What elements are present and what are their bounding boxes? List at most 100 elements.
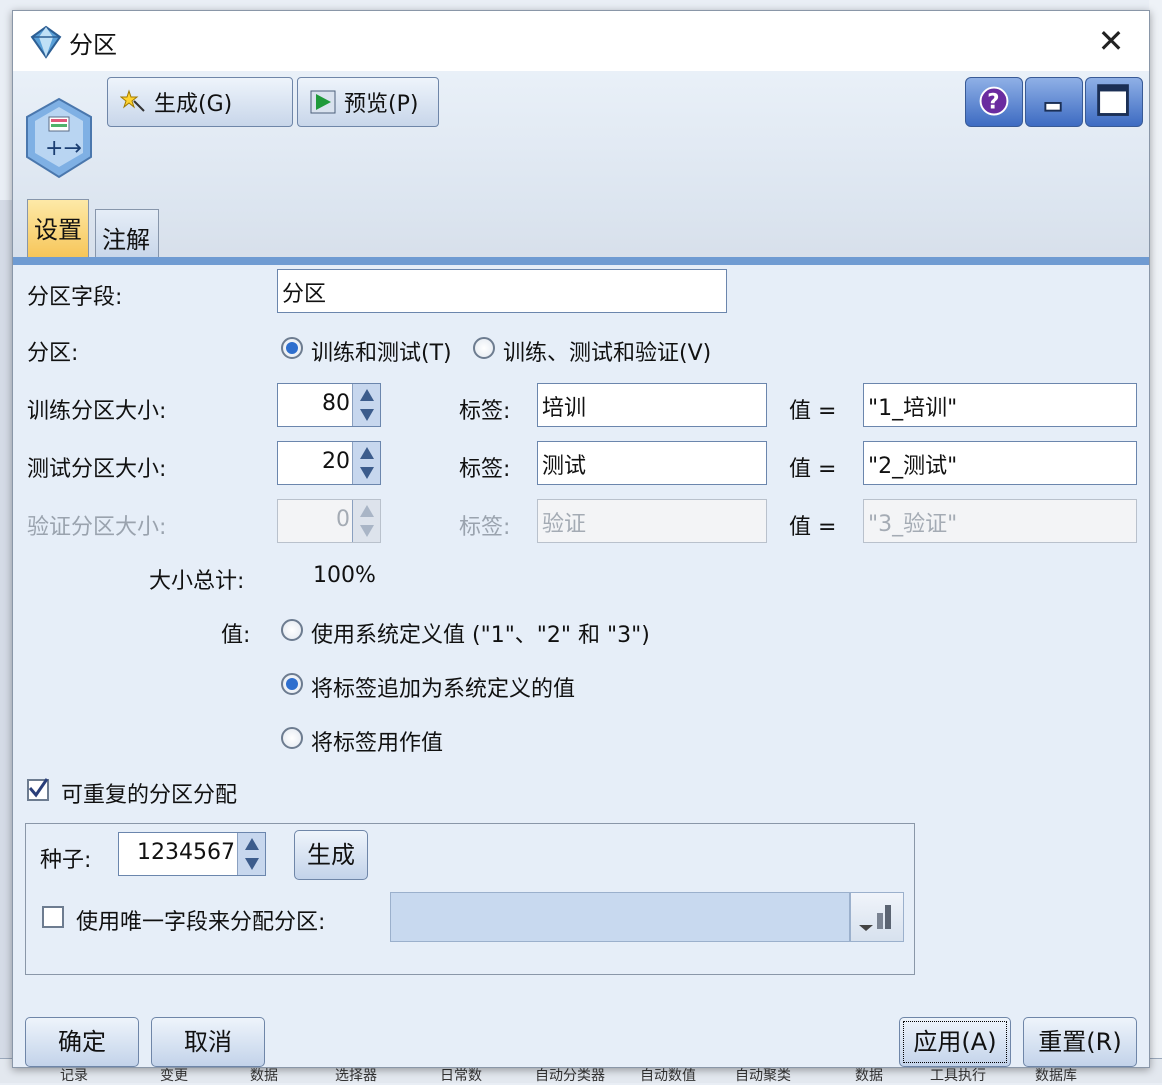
radio-labels-as-values-label[interactable]: 将标签用作值 <box>311 725 443 757</box>
background-palette-item: 自动聚类 <box>735 1068 791 1084</box>
train-value-label: 值 = <box>789 399 837 424</box>
train-value-input[interactable]: "1_培训" <box>863 383 1137 427</box>
validate-size-label: 验证分区大小: <box>27 515 167 540</box>
background-palette-item: 数据 <box>250 1068 278 1084</box>
partition-field-label: 分区字段: <box>27 285 123 310</box>
radio-train-test-validate-label[interactable]: 训练、测试和验证(V) <box>503 335 711 367</box>
test-value-label: 值 = <box>789 457 837 482</box>
tab-annotations-label: 注解 <box>102 226 150 254</box>
footer-bar: 确定 取消 应用(A) 重置(R) <box>13 1015 1149 1067</box>
maximize-icon <box>1097 84 1129 116</box>
seed-stepper[interactable]: 1234567 <box>118 832 266 876</box>
background-palette-item: 记录 <box>60 1068 88 1084</box>
size-total-value: 100% <box>313 563 376 588</box>
background-palette-item: 工具执行 <box>930 1068 986 1084</box>
settings-panel: 分区字段: 分区 分区: 训练和测试(T) 训练、测试和验证(V) 训练分区大小… <box>13 265 1149 1015</box>
unique-field-select[interactable] <box>390 892 850 942</box>
radio-train-test-label[interactable]: 训练和测试(T) <box>311 335 452 367</box>
help-icon: ? <box>979 86 1009 116</box>
background-app-right-edge <box>1149 0 1162 1083</box>
generate-star-icon <box>120 89 145 112</box>
radio-append-labels-label[interactable]: 将标签追加为系统定义的值 <box>311 671 575 703</box>
close-icon: ✕ <box>1097 22 1125 60</box>
test-size-stepper[interactable]: 20 <box>277 441 381 485</box>
tab-settings[interactable]: 设置 <box>27 199 89 257</box>
stepper-arrows-icon <box>360 447 374 479</box>
stepper-arrows[interactable] <box>352 442 380 484</box>
train-size-label: 训练分区大小: <box>27 399 167 424</box>
radio-append-labels[interactable] <box>281 673 303 695</box>
repeatable-checkbox[interactable] <box>27 778 49 801</box>
tab-underline <box>13 257 1149 265</box>
generate-label: 生成(G) <box>154 92 233 117</box>
ok-button[interactable]: 确定 <box>25 1017 139 1067</box>
validate-size-value: 0 <box>336 507 350 532</box>
help-button[interactable]: ? <box>965 77 1023 127</box>
partition-mode-label: 分区: <box>27 341 79 366</box>
cancel-button[interactable]: 取消 <box>151 1017 265 1067</box>
stepper-arrows-icon <box>360 505 374 537</box>
validate-tag-label: 标签: <box>459 515 511 540</box>
unique-field-label[interactable]: 使用唯一字段来分配分区: <box>76 904 325 936</box>
radio-train-test[interactable] <box>281 337 303 359</box>
background-palette-item: 自动数值 <box>640 1068 696 1084</box>
validate-size-stepper: 0 <box>277 499 381 543</box>
toolbar: +→ 生成(G) 预览(P) ? 设置 注解 <box>13 71 1149 263</box>
svg-text:+→: +→ <box>45 136 82 161</box>
stepper-arrows <box>352 500 380 542</box>
stepper-arrows-icon <box>360 389 374 421</box>
train-size-stepper[interactable]: 80 <box>277 383 381 427</box>
size-total-label: 大小总计: <box>149 569 245 594</box>
unique-field-checkbox[interactable] <box>42 906 64 928</box>
background-palette-item: 自动分类器 <box>535 1068 605 1084</box>
minimize-button[interactable] <box>1025 77 1083 127</box>
partition-field-input[interactable]: 分区 <box>277 269 727 313</box>
checkmark-icon <box>28 778 49 798</box>
field-picker-button[interactable] <box>850 892 904 942</box>
seed-group: 种子: 1234567 生成 使用唯一字段来分配分区: <box>25 823 915 975</box>
partition-node-icon: +→ <box>26 97 92 179</box>
values-label: 值: <box>221 623 251 648</box>
repeatable-label[interactable]: 可重复的分区分配 <box>61 777 237 809</box>
close-button[interactable]: ✕ <box>1091 21 1131 61</box>
radio-system-values-label[interactable]: 使用系统定义值 ("1"、"2" 和 "3") <box>311 617 650 649</box>
validate-value-input: "3_验证" <box>863 499 1137 543</box>
help-glyph: ? <box>987 89 999 114</box>
train-size-value: 80 <box>322 391 350 416</box>
test-value-input[interactable]: "2_测试" <box>863 441 1137 485</box>
app-diamond-icon <box>30 25 62 59</box>
title-bar: 分区 ✕ <box>13 11 1149 71</box>
preview-button[interactable]: 预览(P) <box>297 77 439 127</box>
background-palette-item: 变更 <box>160 1068 188 1084</box>
validate-value-label: 值 = <box>789 515 837 540</box>
preview-play-icon <box>310 90 336 114</box>
validate-tag-input: 验证 <box>537 499 767 543</box>
background-palette-item: 数据库 <box>1035 1068 1077 1084</box>
train-tag-label: 标签: <box>459 399 511 424</box>
test-tag-input[interactable]: 测试 <box>537 441 767 485</box>
generate-button[interactable]: 生成(G) <box>107 77 293 127</box>
radio-labels-as-values[interactable] <box>281 727 303 749</box>
field-picker-icon <box>859 905 891 931</box>
window-title: 分区 <box>69 31 117 59</box>
seed-generate-button[interactable]: 生成 <box>294 830 368 880</box>
tab-annotations[interactable]: 注解 <box>95 209 159 257</box>
stepper-arrows[interactable] <box>352 384 380 426</box>
radio-system-values[interactable] <box>281 619 303 641</box>
apply-button[interactable]: 应用(A) <box>899 1017 1011 1067</box>
seed-value: 1234567 <box>137 840 235 865</box>
background-palette-item: 数据 <box>855 1068 883 1084</box>
stepper-arrows-icon <box>245 838 259 870</box>
stepper-arrows[interactable] <box>237 833 265 875</box>
reset-button[interactable]: 重置(R) <box>1023 1017 1137 1067</box>
test-size-value: 20 <box>322 449 350 474</box>
test-tag-label: 标签: <box>459 457 511 482</box>
radio-train-test-validate[interactable] <box>473 337 495 359</box>
minimize-icon <box>1044 102 1062 112</box>
partition-dialog: 分区 ✕ +→ 生成(G) 预览(P) ? 设置 注解 分区字段: 分区 分区:… <box>12 10 1150 1068</box>
background-palette-item: 日常数 <box>440 1068 482 1084</box>
train-tag-input[interactable]: 培训 <box>537 383 767 427</box>
maximize-button[interactable] <box>1085 77 1143 127</box>
background-palette-item: 选择器 <box>335 1068 377 1084</box>
test-size-label: 测试分区大小: <box>27 457 167 482</box>
